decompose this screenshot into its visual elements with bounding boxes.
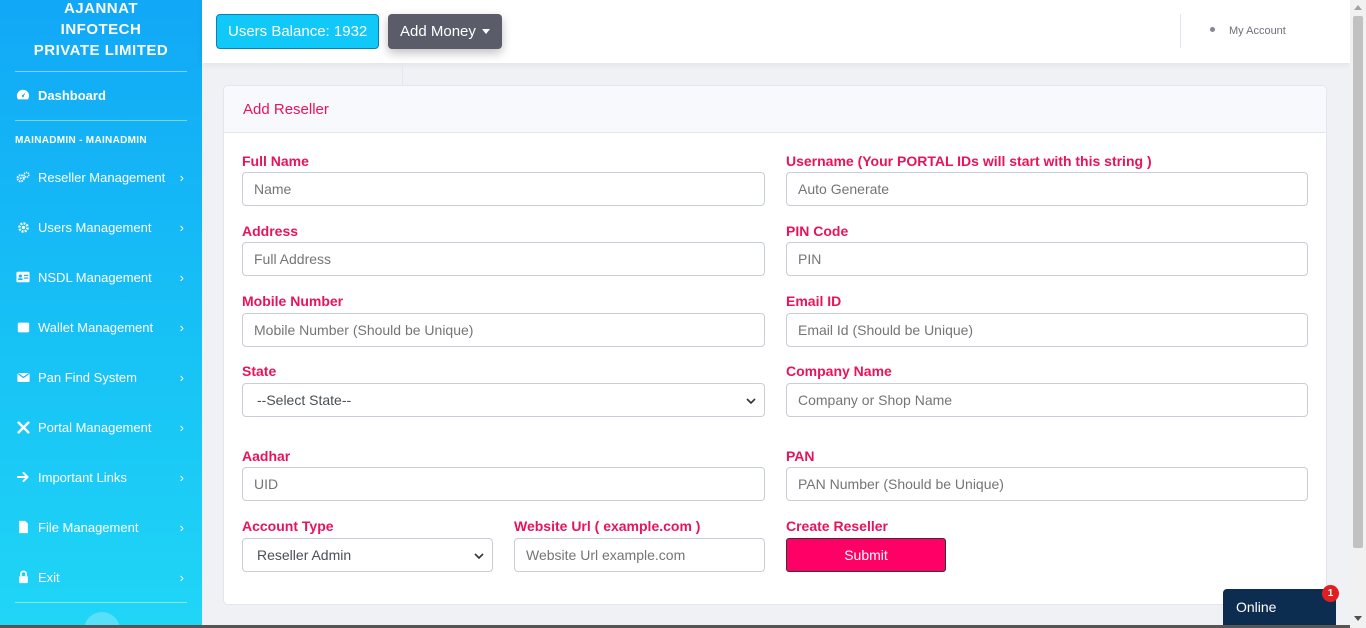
website-url-input[interactable] [514,538,765,572]
gear-icon [16,220,30,234]
topbar-divider [1180,14,1181,48]
chevron-right-icon: › [179,419,184,435]
file-icon [16,520,30,534]
sidebar-item-reseller-management[interactable]: Reseller Management › [0,152,202,202]
account-type-select-value: Reseller Admin [257,547,352,563]
sidebar: AJANNAT INFOTECH PRIVATE LIMITED Dashboa… [0,0,202,628]
sidebar-item-dashboard[interactable]: Dashboard [0,70,202,120]
sidebar-item-portal-management[interactable]: Portal Management › [0,402,202,452]
topbar-divider [402,63,403,85]
full-name-label: Full Name [242,153,309,169]
aadhar-label: Aadhar [242,448,291,464]
scrollbar-thumb[interactable] [1353,16,1363,548]
sidebar-item-label: Reseller Management [38,169,166,185]
mobile-number-input[interactable] [242,313,765,347]
brand-line-1: AJANNAT [63,0,139,17]
pin-code-input[interactable] [786,242,1308,276]
chevron-right-icon: › [179,369,184,385]
pan-label: PAN [786,448,815,464]
sidebar-item-label: Dashboard [38,87,106,103]
chevron-right-icon: › [179,569,184,585]
sidebar-divider [15,602,187,603]
sidebar-section-heading: MAINADMIN - MAINADMIN [15,135,147,146]
account-type-label: Account Type [242,518,334,534]
brand-name[interactable]: AJANNAT INFOTECH PRIVATE LIMITED [0,0,202,61]
bullet-icon [1210,26,1215,32]
scroll-up-arrow-icon[interactable] [1354,5,1362,10]
company-name-label: Company Name [786,363,892,379]
email-id-input[interactable] [786,313,1308,347]
wallet-icon [16,320,30,334]
chevron-right-icon: › [179,219,184,235]
topbar: Users Balance: 1932 Add Money My Account [202,0,1350,63]
company-name-input[interactable] [786,383,1308,417]
username-input[interactable] [786,172,1308,206]
lock-icon [16,570,30,584]
chevron-down-icon [746,394,756,408]
scroll-down-arrow-icon[interactable] [1354,616,1362,621]
mobile-number-label: Mobile Number [242,293,344,309]
state-select-value: --Select State-- [257,392,352,408]
chevron-down-icon [474,549,484,563]
caret-down-icon [481,29,490,34]
sidebar-item-label: File Management [38,519,139,535]
sidebar-item-label: Exit [38,569,60,585]
aadhar-input[interactable] [242,467,765,501]
cogs-icon [16,170,30,184]
brand-line-3: PRIVATE LIMITED [33,42,169,59]
dashboard-icon [16,88,30,102]
users-balance-button[interactable]: Users Balance: 1932 [216,14,380,49]
create-reseller-label: Create Reseller [786,518,888,534]
chevron-right-icon: › [179,519,184,535]
sidebar-item-wallet-management[interactable]: Wallet Management › [0,302,202,352]
my-account-label: My Account [1229,25,1286,37]
account-type-select[interactable]: Reseller Admin [242,538,493,572]
chevron-right-icon: › [179,469,184,485]
tools-icon [16,420,30,434]
arrow-right-icon [16,470,30,484]
sidebar-item-label: Users Management [38,219,152,235]
envelope-icon [16,370,30,384]
chevron-right-icon: › [179,319,184,335]
sidebar-item-label: Pan Find System [38,369,137,385]
address-input[interactable] [242,242,765,276]
add-money-label: Add Money [400,23,476,40]
sidebar-item-label: Important Links [38,469,127,485]
sidebar-item-label: Wallet Management [38,319,154,335]
full-name-input[interactable] [242,172,765,206]
chevron-right-icon: › [179,269,184,285]
website-url-label: Website Url ( example.com ) [514,518,701,534]
page-scrollbar[interactable] [1350,0,1366,628]
brand-line-2: INFOTECH [60,21,142,38]
online-chat-widget[interactable]: Online [1223,589,1336,628]
notification-badge: 1 [1322,585,1339,602]
chevron-right-icon: › [179,169,184,185]
id-card-icon [16,270,30,284]
pin-code-label: PIN Code [786,223,849,239]
submit-button[interactable]: Submit [786,538,946,572]
state-select[interactable]: --Select State-- [242,383,765,417]
username-label: Username (Your PORTAL IDs will start wit… [786,153,1152,169]
sidebar-item-file-management[interactable]: File Management › [0,502,202,552]
sidebar-item-important-links[interactable]: Important Links › [0,452,202,502]
sidebar-item-label: Portal Management [38,419,152,435]
sidebar-item-exit[interactable]: Exit › [0,552,202,602]
sidebar-item-users-management[interactable]: Users Management › [0,202,202,252]
address-label: Address [242,223,299,239]
add-money-dropdown[interactable]: Add Money [388,14,502,49]
sidebar-item-label: NSDL Management [38,269,152,285]
my-account-link[interactable]: My Account [1210,25,1286,37]
email-id-label: Email ID [786,293,842,309]
sidebar-item-nsdl-management[interactable]: NSDL Management › [0,252,202,302]
sidebar-item-pan-find-system[interactable]: Pan Find System › [0,352,202,402]
pan-input[interactable] [786,467,1308,501]
card-title: Add Reseller [224,86,1326,133]
state-label: State [242,363,277,379]
